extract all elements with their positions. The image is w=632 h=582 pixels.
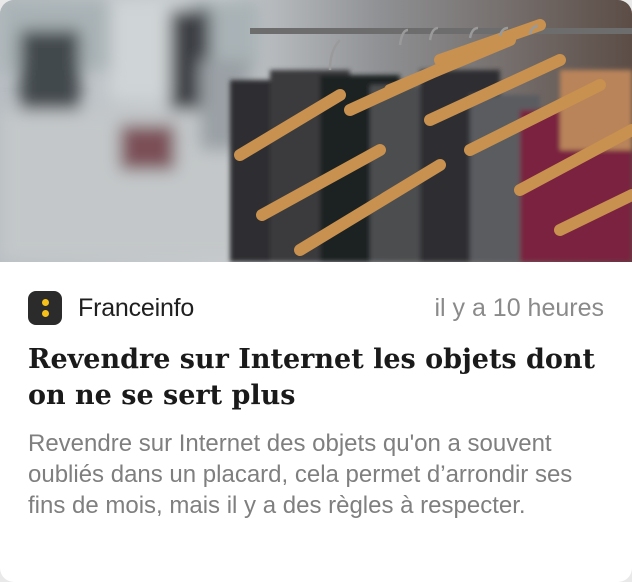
article-headline[interactable]: Revendre sur Internet les objets dont on… bbox=[28, 342, 608, 414]
news-card[interactable]: Franceinfo il y a 10 heures Revendre sur… bbox=[0, 0, 632, 582]
article-image[interactable] bbox=[0, 0, 632, 262]
article-body: Franceinfo il y a 10 heures Revendre sur… bbox=[0, 262, 632, 582]
timestamp: il y a 10 heures bbox=[434, 294, 604, 322]
source-name[interactable]: Franceinfo bbox=[78, 292, 194, 324]
article-meta: Franceinfo il y a 10 heures bbox=[28, 291, 604, 325]
article-excerpt: Revendre sur Internet des objets qu'on a… bbox=[28, 430, 573, 519]
franceinfo-logo-icon bbox=[28, 291, 62, 325]
